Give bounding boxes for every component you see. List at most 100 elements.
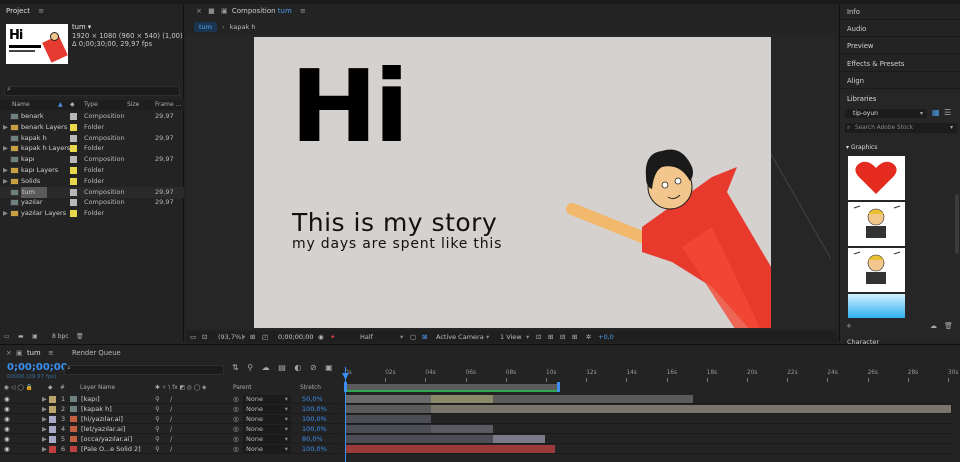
- project-tab[interactable]: Project: [6, 7, 30, 15]
- resolution-select[interactable]: Half: [360, 331, 373, 343]
- project-item[interactable]: tum Composition 29,97: [0, 186, 184, 198]
- layer-bar[interactable]: [345, 435, 493, 443]
- graphic-gradient[interactable]: [848, 294, 905, 318]
- layer-bar[interactable]: [493, 395, 693, 403]
- layer-stretch[interactable]: 100,0%: [302, 424, 327, 434]
- label-col-icon[interactable]: ◆: [70, 100, 75, 110]
- work-area-bar[interactable]: [345, 384, 559, 392]
- crumb-active[interactable]: tum: [194, 22, 217, 32]
- layer-bar[interactable]: [345, 445, 555, 453]
- col-frame[interactable]: Frame ...: [155, 100, 181, 110]
- label-swatch[interactable]: [70, 167, 77, 174]
- layer-bar[interactable]: [431, 395, 493, 403]
- layer-row[interactable]: ◉ ▶ 5 [occa/yazılar.ai] ⚲ / ◎ None ▾ 80,0%: [0, 434, 342, 444]
- project-item[interactable]: ▶ benark Layers Folder: [0, 122, 184, 133]
- list-view-icon[interactable]: ☰: [944, 108, 951, 117]
- quality-switch-icon[interactable]: /: [170, 434, 172, 444]
- layer-bar[interactable]: [431, 405, 951, 413]
- project-item[interactable]: kapak h Composition 29,97: [0, 133, 184, 144]
- col-layer-name[interactable]: Layer Name: [80, 384, 115, 393]
- panel-menu-icon[interactable]: ≡: [48, 348, 54, 358]
- always-preview-icon[interactable]: ▭: [190, 331, 196, 343]
- grid-view-icon[interactable]: ▦: [932, 108, 940, 117]
- trash-icon[interactable]: 🗑: [944, 322, 953, 330]
- layer-stretch[interactable]: 100,0%: [302, 404, 327, 414]
- shy-switch-icon[interactable]: ⚲: [155, 444, 160, 454]
- pickwhip-icon[interactable]: ◎: [233, 394, 239, 404]
- layer-bar[interactable]: [345, 405, 431, 413]
- toggle-pixel-icon[interactable]: ⊡: [536, 331, 541, 343]
- flowchart-icon[interactable]: ⊞: [572, 331, 577, 343]
- roi-icon[interactable]: ▢: [410, 331, 416, 343]
- quality-switch-icon[interactable]: /: [170, 444, 172, 454]
- shy-switch-icon[interactable]: ⚲: [155, 434, 160, 444]
- project-item[interactable]: kapı Composition 29,97: [0, 154, 184, 165]
- disclosure-right-icon[interactable]: ▶: [42, 404, 47, 414]
- right-panel-item[interactable]: Preview: [840, 38, 960, 55]
- label-swatch[interactable]: [70, 134, 77, 142]
- eye-icon[interactable]: ◉: [4, 394, 10, 404]
- graph-icon[interactable]: ▣: [325, 363, 333, 372]
- bpc-label[interactable]: 8 bpc: [52, 332, 69, 342]
- label-swatch[interactable]: [70, 188, 77, 196]
- pickwhip-icon[interactable]: ◎: [233, 444, 239, 454]
- project-item[interactable]: yazılar Composition 29,97: [0, 197, 184, 208]
- draft-3d-icon[interactable]: ⚲: [247, 363, 253, 372]
- right-panel-item[interactable]: Align: [840, 73, 960, 89]
- disclosure-right-icon[interactable]: ▶: [3, 122, 8, 133]
- comp-canvas[interactable]: Hi This is my story my days are spent li…: [254, 37, 771, 328]
- layer-stretch[interactable]: 100,0%: [302, 414, 327, 424]
- label-swatch[interactable]: [70, 156, 77, 164]
- label-swatch[interactable]: [70, 199, 77, 207]
- work-area-end-handle[interactable]: [557, 382, 560, 392]
- layer-label-swatch[interactable]: [49, 396, 56, 403]
- trash-icon[interactable]: 🗑: [76, 332, 84, 342]
- layer-stretch[interactable]: 50,0%: [302, 394, 323, 404]
- parent-select[interactable]: None ▾: [243, 415, 291, 423]
- mask-icon[interactable]: ◰: [262, 331, 268, 343]
- disclosure-right-icon[interactable]: ▶: [3, 165, 8, 176]
- comp-mini-flowchart-icon[interactable]: ⇅: [232, 363, 239, 372]
- pickwhip-icon[interactable]: ◎: [233, 414, 239, 424]
- shy-switch-icon[interactable]: ⚲: [155, 424, 160, 434]
- label-swatch[interactable]: [70, 113, 77, 120]
- shy-icon[interactable]: ☁: [262, 363, 270, 372]
- eye-icon[interactable]: ◉: [4, 414, 10, 424]
- layer-bar[interactable]: [345, 395, 431, 403]
- transparency-grid-icon[interactable]: ⊠: [422, 331, 427, 343]
- quality-switch-icon[interactable]: /: [170, 394, 172, 404]
- eye-icon[interactable]: ◉: [4, 444, 10, 454]
- graphic-character-1[interactable]: [848, 202, 905, 246]
- exposure-value[interactable]: +0,0: [598, 331, 614, 343]
- label-swatch[interactable]: [70, 210, 77, 218]
- parent-select[interactable]: None ▾: [243, 445, 291, 453]
- quality-switch-icon[interactable]: /: [170, 424, 172, 434]
- layer-label-swatch[interactable]: [49, 426, 56, 433]
- eye-icon[interactable]: ◉: [4, 404, 10, 414]
- quality-switch-icon[interactable]: /: [170, 414, 172, 424]
- exposure-icon[interactable]: ✲: [586, 331, 591, 343]
- add-icon[interactable]: +: [846, 322, 852, 330]
- disclosure-right-icon[interactable]: ▶: [3, 208, 8, 219]
- render-queue-tab[interactable]: Render Queue: [72, 348, 121, 358]
- lock-icon[interactable]: ■: [208, 7, 215, 15]
- stock-search-field[interactable]: ⌕ Search Adobe Stock ▾: [845, 123, 957, 133]
- fast-preview-icon[interactable]: ⊞: [548, 331, 553, 343]
- layer-bar[interactable]: [345, 415, 431, 423]
- crumb-other[interactable]: kapak h: [230, 23, 256, 31]
- quality-switch-icon[interactable]: /: [170, 404, 172, 414]
- camera-select[interactable]: Active Camera: [436, 331, 484, 343]
- panel-menu-icon[interactable]: ≡: [38, 7, 44, 15]
- timeline-icon[interactable]: ⊟: [560, 331, 565, 343]
- layer-label-swatch[interactable]: [49, 406, 56, 413]
- shy-switch-icon[interactable]: ⚲: [155, 404, 160, 414]
- disclosure-right-icon[interactable]: ▶: [3, 143, 8, 154]
- layer-label-swatch[interactable]: [49, 446, 56, 453]
- layer-bar[interactable]: [431, 425, 493, 433]
- pickwhip-icon[interactable]: ◎: [233, 404, 239, 414]
- layer-row[interactable]: ◉ ▶ 1 [kapı] ⚲ / ◎ None ▾ 50,0%: [0, 394, 342, 404]
- playhead[interactable]: [345, 367, 346, 462]
- libraries-title[interactable]: Libraries: [847, 95, 876, 103]
- interpret-footage-icon[interactable]: ▭: [4, 332, 10, 342]
- disclosure-right-icon[interactable]: ▶: [3, 176, 8, 187]
